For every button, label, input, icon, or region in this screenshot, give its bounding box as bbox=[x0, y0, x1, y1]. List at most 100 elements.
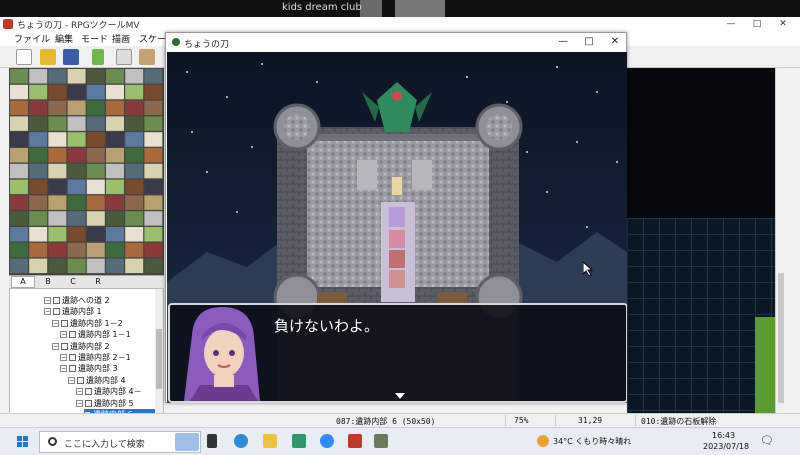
map-tree-item[interactable]: − 遺跡内部 1－1 bbox=[60, 329, 131, 340]
weather-text[interactable]: 34°C くもり時々晴れ bbox=[553, 436, 631, 447]
map-icon bbox=[53, 297, 60, 304]
map-icon bbox=[85, 399, 92, 407]
new-project-icon[interactable] bbox=[16, 49, 32, 65]
minimize-button[interactable]: — bbox=[718, 17, 744, 31]
map-grass-edge bbox=[755, 317, 775, 413]
clock-time[interactable]: 16:43 bbox=[712, 431, 735, 440]
editor-title: ちょうの刀 - RPGツクールMV bbox=[17, 21, 140, 31]
playtest-maximize-button[interactable]: □ bbox=[576, 33, 602, 51]
store-icon[interactable] bbox=[292, 434, 306, 448]
map-tree-item[interactable]: − 遺跡内部 1－2 bbox=[52, 318, 123, 329]
collapse-icon[interactable]: − bbox=[52, 319, 59, 327]
taskbar-search-box[interactable]: ここに入力して検索 bbox=[39, 431, 201, 453]
participant-name: kids dream club bbox=[282, 2, 362, 13]
tab-b[interactable]: B bbox=[36, 277, 60, 286]
status-zoom: 75% bbox=[514, 416, 529, 425]
playtest-close-button[interactable]: ✕ bbox=[602, 33, 628, 51]
map-vertical-scrollbar[interactable] bbox=[775, 68, 785, 413]
tileset-tiles[interactable] bbox=[9, 68, 164, 275]
meeting-bar: kids dream club bbox=[0, 0, 800, 17]
map-tree-label: 遺跡内部 3 bbox=[78, 364, 118, 374]
participant-thumbnail bbox=[395, 0, 445, 17]
collapse-icon[interactable]: − bbox=[60, 331, 67, 339]
app-icon bbox=[3, 19, 13, 29]
search-icon bbox=[48, 437, 57, 446]
map-icon bbox=[69, 331, 76, 339]
open-project-icon[interactable] bbox=[40, 49, 56, 65]
dialogue-text: 負けないわよ。 bbox=[274, 317, 380, 335]
map-tree-label: 遺跡内部 1－1 bbox=[78, 330, 131, 340]
message-window[interactable]: 負けないわよ。 bbox=[168, 303, 627, 403]
playtest-minimize-button[interactable]: — bbox=[550, 33, 576, 51]
map-tree-label: 遺跡内部 1 bbox=[62, 307, 102, 317]
windows-taskbar: ここに入力して検索 34°C くもり時々晴れ 16:43 2023/07/18 … bbox=[0, 427, 800, 455]
map-tree-item[interactable]: − 遺跡内部 3 bbox=[60, 363, 118, 374]
map-icon bbox=[85, 388, 92, 396]
map-canvas[interactable] bbox=[627, 68, 775, 413]
weather-icon[interactable] bbox=[537, 435, 549, 447]
collapse-icon[interactable]: − bbox=[44, 297, 51, 304]
mouse-cursor-icon bbox=[583, 262, 593, 276]
notification-icon[interactable]: 🗨 bbox=[760, 434, 774, 447]
map-icon bbox=[61, 342, 68, 350]
map-tree-label: 遺跡内部 5 bbox=[94, 398, 134, 408]
task-view-icon[interactable] bbox=[207, 434, 217, 448]
map-tree-item[interactable]: − 遺跡内部 2－1 bbox=[60, 352, 131, 363]
rpgmaker-taskbar-icon[interactable] bbox=[348, 434, 362, 448]
tileset-tabs: A B C R bbox=[9, 275, 164, 288]
map-tree-item[interactable]: − 遺跡への道 2 bbox=[44, 295, 110, 306]
menu-draw[interactable]: 描画 bbox=[112, 32, 130, 45]
map-tree-item[interactable]: − 遺跡内部 5 bbox=[76, 398, 134, 409]
menu-file[interactable]: ファイル bbox=[14, 32, 50, 45]
game-canvas[interactable]: 負けないわよ。 bbox=[167, 52, 627, 403]
collapse-icon[interactable]: − bbox=[60, 365, 67, 373]
tree-scrollbar[interactable] bbox=[155, 289, 163, 420]
map-tree-item[interactable]: − 遺跡内部 4－ bbox=[76, 386, 142, 397]
playtest-window: ちょうの刀 — □ ✕ 負けないわよ。 bbox=[165, 32, 627, 403]
zoom-app-icon[interactable] bbox=[320, 434, 334, 448]
tab-c[interactable]: C bbox=[61, 277, 85, 286]
collapse-icon[interactable]: − bbox=[52, 342, 59, 350]
close-button[interactable]: ✕ bbox=[770, 17, 796, 31]
menu-edit[interactable]: 編集 bbox=[55, 32, 73, 45]
map-icon bbox=[69, 354, 76, 361]
tab-r[interactable]: R bbox=[86, 277, 110, 286]
copy-icon[interactable] bbox=[116, 49, 132, 65]
map-tree-label: 遺跡内部 2 bbox=[70, 341, 110, 351]
character-face-portrait bbox=[184, 307, 260, 401]
clock-date[interactable]: 2023/07/18 bbox=[703, 442, 749, 451]
save-project-icon[interactable] bbox=[63, 49, 79, 65]
map-tree-item[interactable]: − 遺跡内部 4 bbox=[68, 375, 126, 386]
cut-icon[interactable] bbox=[92, 49, 104, 65]
map-tree-item[interactable]: − 遺跡内部 1 bbox=[44, 306, 102, 317]
map-tree-label: 遺跡への道 2 bbox=[62, 296, 110, 305]
map-icon bbox=[61, 319, 68, 327]
collapse-icon[interactable]: − bbox=[76, 388, 83, 396]
search-placeholder: ここに入力して検索 bbox=[64, 440, 145, 450]
map-tree-item[interactable]: − 遺跡内部 2 bbox=[52, 341, 110, 352]
status-event: 010:遺跡の石板解除 bbox=[641, 417, 717, 426]
collapse-icon[interactable]: − bbox=[68, 376, 75, 384]
status-coords: 31,29 bbox=[578, 416, 603, 425]
game-taskbar-icon[interactable] bbox=[374, 434, 388, 448]
continue-arrow-icon bbox=[395, 393, 405, 399]
paste-icon[interactable] bbox=[139, 49, 155, 65]
collapse-icon[interactable]: − bbox=[76, 399, 83, 407]
search-highlight-image bbox=[175, 433, 199, 451]
edge-browser-icon[interactable] bbox=[234, 434, 248, 448]
tileset-palette[interactable] bbox=[9, 68, 164, 275]
maximize-button[interactable]: □ bbox=[744, 17, 770, 31]
map-tree-label: 遺跡内部 1－2 bbox=[70, 318, 123, 328]
tab-a[interactable]: A bbox=[11, 276, 35, 288]
map-tree: − 遺跡への道 2− 遺跡内部 1− 遺跡内部 1－2− 遺跡内部 1－1− 遺跡内部 2… bbox=[9, 288, 164, 421]
file-explorer-icon[interactable] bbox=[263, 434, 277, 448]
menu-mode[interactable]: モード bbox=[81, 32, 108, 45]
map-grid bbox=[627, 218, 775, 413]
collapse-icon[interactable]: − bbox=[44, 308, 51, 316]
playtest-title: ちょうの刀 bbox=[184, 40, 230, 50]
map-icon bbox=[53, 308, 60, 316]
map-icon bbox=[77, 376, 84, 384]
map-tree-label: 遺跡内部 2－1 bbox=[78, 353, 131, 362]
collapse-icon[interactable]: − bbox=[60, 354, 67, 361]
windows-start-icon[interactable] bbox=[17, 436, 29, 448]
